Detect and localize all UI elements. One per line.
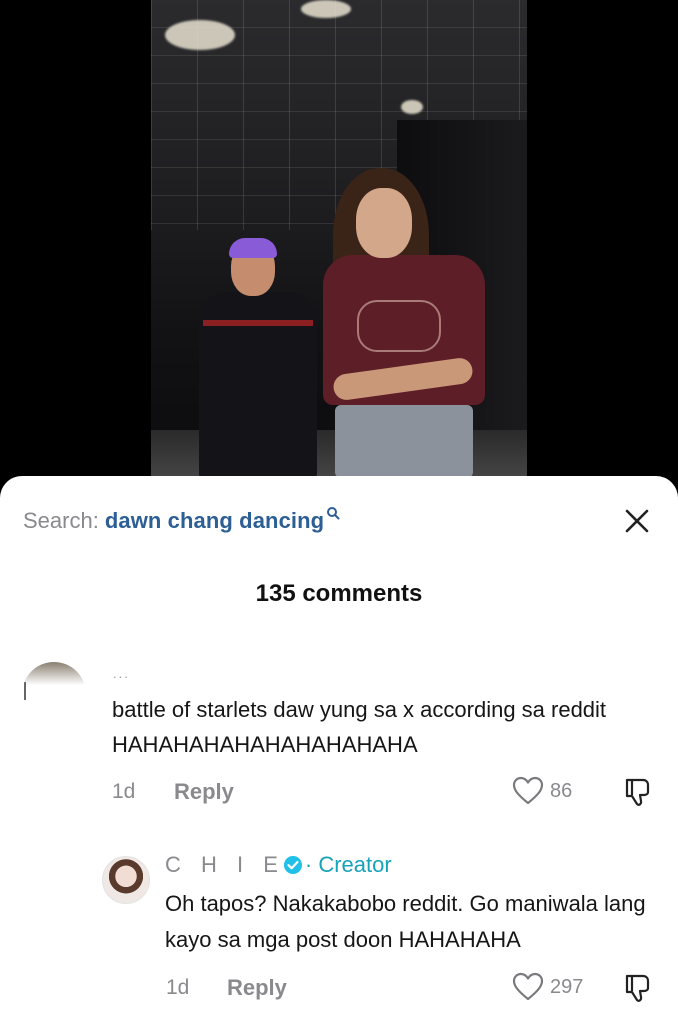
creator-badge: · Creator: [304, 852, 392, 877]
close-icon[interactable]: [620, 504, 654, 538]
heart-icon[interactable]: [512, 972, 544, 1002]
dislike-icon[interactable]: [623, 972, 653, 1004]
comment-time: 1d: [112, 780, 136, 803]
video-frame: [151, 0, 527, 478]
ceiling-light: [165, 20, 235, 50]
reply-button[interactable]: Reply: [174, 779, 234, 805]
search-prefix: Search:: [23, 508, 99, 533]
avatar[interactable]: [22, 662, 86, 726]
ceiling-light: [301, 0, 351, 18]
comment-username[interactable]: ...: [113, 666, 130, 681]
creator-avatar[interactable]: [102, 856, 150, 904]
comments-count: 135 comments: [255, 580, 423, 607]
search-icon: [327, 507, 340, 520]
comments-sheet: Search: dawn chang dancing 135 comments …: [0, 476, 678, 1024]
like-count: 86: [550, 780, 573, 802]
verified-icon: [283, 856, 302, 874]
comment-text: Oh tapos? Nakakabobo reddit. Go maniwala…: [165, 891, 646, 952]
dancer-right-head: [356, 188, 412, 258]
video-player[interactable]: [0, 0, 678, 478]
like-count: 297: [550, 976, 584, 998]
search-term-link[interactable]: dawn chang dancing: [105, 508, 324, 534]
dancer-left-cap: [229, 238, 277, 258]
reply-button[interactable]: Reply: [227, 975, 287, 1001]
creator-username[interactable]: C H I E: [165, 852, 285, 878]
dislike-icon[interactable]: [623, 776, 653, 808]
comment-text: battle of starlets daw yung sa x accordi…: [112, 697, 607, 757]
dancer-left-stripe: [203, 320, 313, 326]
search-suggestion[interactable]: Search: dawn chang dancing: [23, 507, 340, 540]
ceiling-light: [401, 100, 423, 114]
dancer-right-jeans: [335, 405, 473, 478]
dancer-right-shirt-print: [357, 300, 441, 352]
heart-icon[interactable]: [512, 776, 544, 806]
creator-name-row: C H I E · Creator: [165, 852, 392, 878]
comment-time: 1d: [166, 976, 190, 999]
